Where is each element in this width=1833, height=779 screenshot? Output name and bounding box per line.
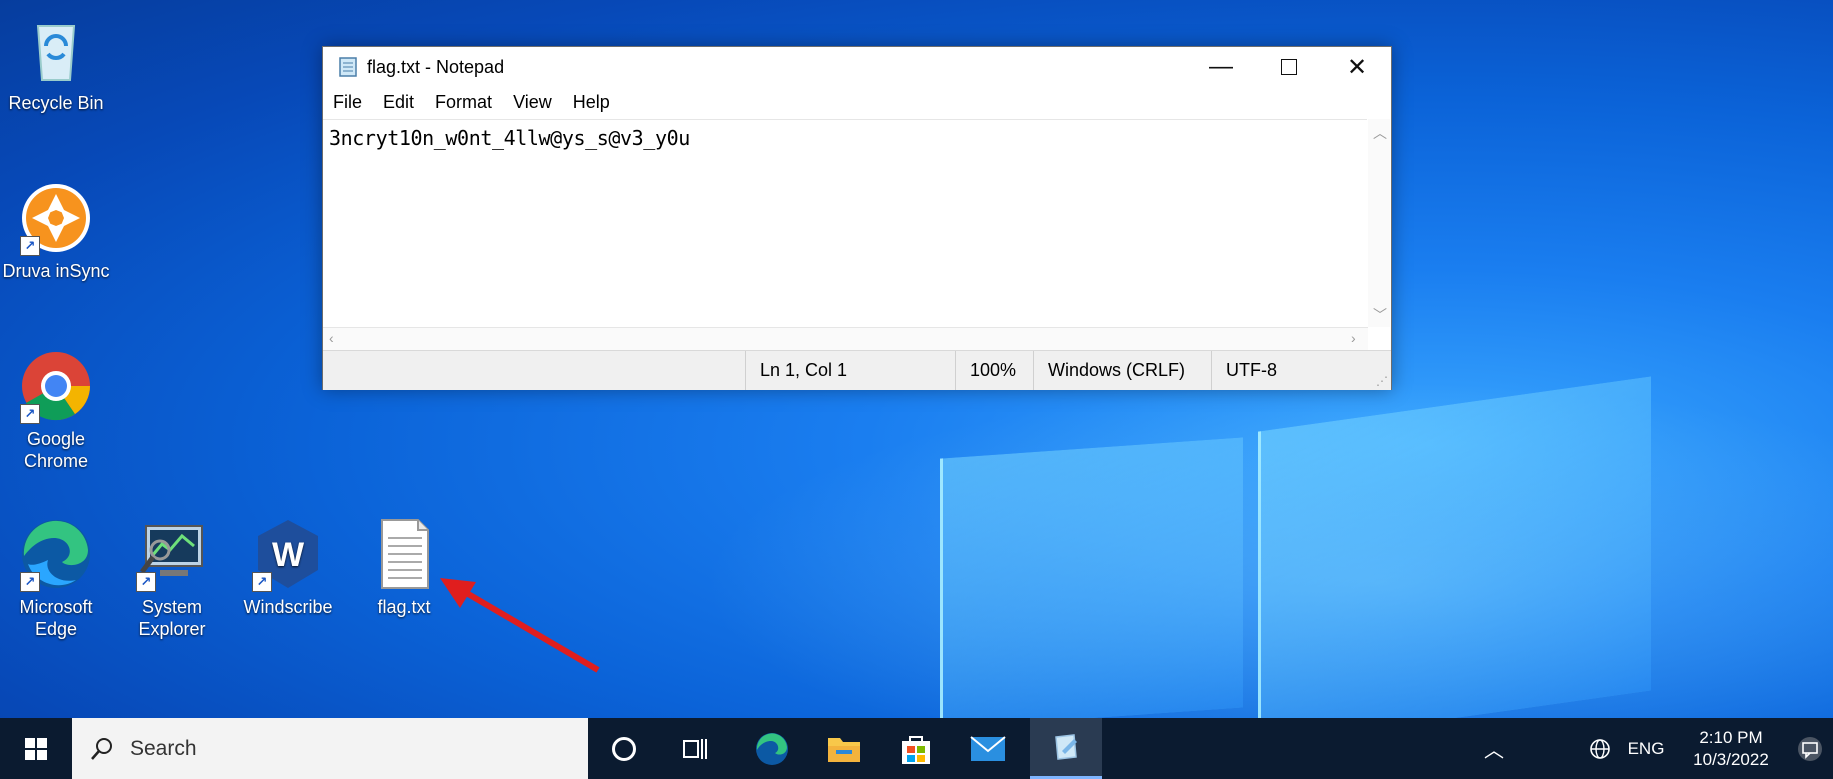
desktop-icon-label: Google Chrome — [23, 429, 89, 471]
shortcut-arrow-icon: ↗ — [252, 572, 272, 592]
cortana-button[interactable] — [588, 718, 660, 779]
cortana-icon — [612, 736, 636, 761]
vertical-scrollbar[interactable]: ︿ ﹀ — [1368, 119, 1390, 327]
folder-icon — [828, 737, 860, 762]
desktop-icon-label: Recycle Bin — [8, 93, 104, 113]
desktop-icon-druva-insync[interactable]: ↗ Druva inSync — [0, 180, 112, 282]
desktop: Recycle Bin ↗ Druva inSync ↗ Google Chro… — [0, 0, 1833, 718]
taskbar-edge[interactable] — [736, 718, 808, 779]
clock[interactable]: 2:10 PM 10/3/2022 — [1676, 718, 1786, 779]
notepad-icon — [339, 57, 357, 77]
shortcut-arrow-icon: ↗ — [136, 572, 156, 592]
scroll-down-icon[interactable]: ﹀ — [1373, 305, 1387, 325]
notification-center-icon — [1797, 736, 1822, 761]
maximize-button[interactable] — [1255, 47, 1323, 87]
desktop-icon-label: Microsoft Edge — [19, 597, 93, 639]
language-indicator[interactable]: ENG — [1620, 718, 1672, 779]
menu-file[interactable]: File — [333, 92, 362, 113]
taskbar-file-explorer[interactable] — [808, 718, 880, 779]
shortcut-arrow-icon: ↗ — [20, 404, 40, 424]
store-icon — [902, 735, 930, 764]
notepad-icon — [1055, 734, 1077, 760]
minimize-button[interactable]: — — [1187, 47, 1255, 87]
mail-icon — [970, 735, 1006, 761]
notepad-titlebar[interactable]: flag.txt - Notepad — ✕ — [323, 47, 1391, 87]
desktop-icon-microsoft-edge[interactable]: ↗ Microsoft Edge — [0, 516, 112, 640]
globe-icon — [1590, 738, 1610, 759]
desktop-icon-label: Druva inSync — [2, 261, 110, 281]
menu-format[interactable]: Format — [435, 92, 492, 113]
task-view-button[interactable] — [660, 718, 732, 779]
menu-help[interactable]: Help — [573, 92, 610, 113]
close-button[interactable]: ✕ — [1323, 47, 1391, 87]
minimize-icon: — — [1209, 53, 1233, 80]
edge-icon — [756, 732, 788, 765]
notifications-button[interactable] — [1786, 718, 1833, 779]
recycle-bin-icon — [36, 25, 76, 81]
wallpaper-pane-left — [940, 437, 1243, 718]
annotation-arrow — [440, 578, 600, 673]
menu-bar: File Edit Format View Help — [323, 87, 1391, 117]
scroll-up-icon[interactable]: ︿ — [1373, 123, 1387, 143]
status-encoding: UTF-8 — [1211, 351, 1391, 390]
menu-edit[interactable]: Edit — [383, 92, 414, 113]
resize-grip-icon[interactable]: ⋰ — [1376, 374, 1388, 388]
clock-time: 2:10 PM — [1699, 727, 1763, 747]
maximize-icon — [1281, 59, 1297, 75]
taskbar-mail[interactable] — [952, 718, 1024, 779]
menu-view[interactable]: View — [513, 92, 552, 113]
editor-content[interactable]: 3ncryt10n_w0nt_4llw@ys_s@v3_y0u — [323, 120, 1367, 156]
taskbar-store[interactable] — [880, 718, 952, 779]
show-hidden-icons-button[interactable]: ︿ — [1474, 718, 1514, 779]
text-editor[interactable]: 3ncryt10n_w0nt_4llw@ys_s@v3_y0u — [323, 119, 1367, 328]
desktop-icon-label: Windscribe — [243, 597, 333, 617]
scroll-left-icon[interactable]: ‹ — [329, 330, 334, 346]
notepad-window: flag.txt - Notepad — ✕ File Edit Format … — [322, 46, 1392, 390]
clock-date: 10/3/2022 — [1693, 749, 1769, 769]
desktop-icon-label: System Explorer — [138, 597, 206, 639]
status-bar: Ln 1, Col 1 100% Windows (CRLF) UTF-8 ⋰ — [323, 350, 1391, 390]
shortcut-arrow-icon: ↗ — [20, 572, 40, 592]
network-button[interactable] — [1582, 718, 1618, 779]
status-line-ending: Windows (CRLF) — [1033, 351, 1211, 390]
desktop-icon-recycle-bin[interactable]: Recycle Bin — [0, 12, 112, 114]
windows-logo-icon — [25, 737, 47, 760]
taskbar-search-box[interactable]: Search — [72, 718, 588, 779]
desktop-icon-system-explorer[interactable]: ↗ System Explorer — [116, 516, 228, 640]
taskbar-notepad[interactable] — [1030, 718, 1102, 779]
svg-text:W: W — [272, 536, 305, 574]
close-icon: ✕ — [1346, 53, 1368, 81]
start-button[interactable] — [0, 718, 72, 779]
search-icon — [91, 737, 112, 760]
window-title: flag.txt - Notepad — [367, 56, 505, 77]
desktop-icon-google-chrome[interactable]: ↗ Google Chrome — [0, 348, 112, 472]
shortcut-arrow-icon: ↗ — [20, 236, 40, 256]
chevron-up-icon: ︿ — [1484, 740, 1504, 762]
task-view-icon — [683, 738, 707, 759]
horizontal-scrollbar[interactable]: ‹ › — [323, 327, 1368, 350]
status-zoom: 100% — [955, 351, 1033, 390]
desktop-icon-windscribe[interactable]: W ↗ Windscribe — [232, 516, 344, 618]
scroll-right-icon[interactable]: › — [1351, 330, 1356, 346]
wallpaper-pane-right — [1258, 376, 1651, 718]
status-cursor-position: Ln 1, Col 1 — [745, 351, 955, 390]
search-placeholder: Search — [130, 736, 197, 760]
taskbar: Search ︿ ENG 2:10 PM 10/3/2022 — [0, 718, 1833, 779]
